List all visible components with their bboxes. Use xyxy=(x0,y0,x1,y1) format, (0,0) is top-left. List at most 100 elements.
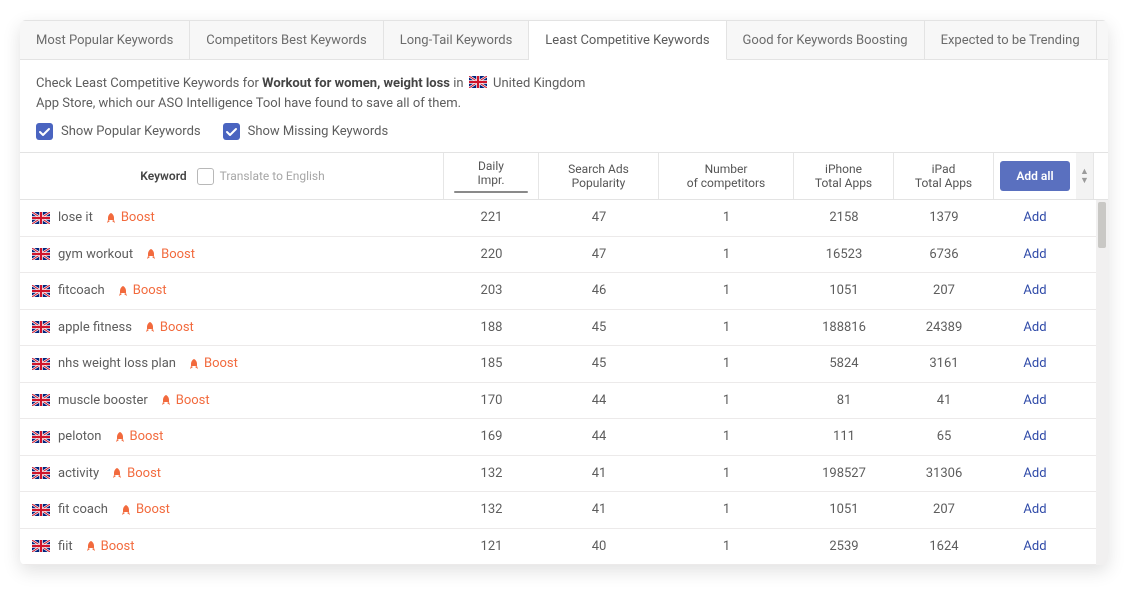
keyword-text: fitcoach xyxy=(58,283,105,298)
cell-iphone-apps: 188816 xyxy=(794,320,894,335)
table-row: activityBoost13241119852731306Add xyxy=(20,456,1108,493)
cell-competitors: 1 xyxy=(659,393,794,408)
rocket-icon xyxy=(111,467,123,479)
show-popular-checkbox[interactable]: Show Popular Keywords xyxy=(36,123,201,140)
iphone-l1: iPhone xyxy=(804,162,883,176)
filter-checks-row: Show Popular Keywords Show Missing Keywo… xyxy=(20,119,1108,152)
boost-button[interactable]: Boost xyxy=(145,247,195,262)
uk-flag-icon xyxy=(32,358,50,370)
add-button[interactable]: Add xyxy=(1023,429,1046,444)
sort-up-icon[interactable]: ▲ xyxy=(1080,168,1089,176)
boost-button[interactable]: Boost xyxy=(111,466,161,481)
cell-add: Add xyxy=(994,502,1076,517)
cell-add: Add xyxy=(994,429,1076,444)
cell-daily-impr: 121 xyxy=(444,539,539,554)
cell-daily-impr: 169 xyxy=(444,429,539,444)
daily-l1: Daily xyxy=(454,159,528,173)
boost-button[interactable]: Boost xyxy=(188,356,238,371)
tab-good-for-keywords-boosting[interactable]: Good for Keywords Boosting xyxy=(727,21,925,59)
cell-daily-impr: 203 xyxy=(444,283,539,298)
boost-button[interactable]: Boost xyxy=(85,539,135,554)
cell-keyword: fitcoach Boost xyxy=(20,283,444,298)
boost-label: Boost xyxy=(101,539,135,554)
cell-add: Add xyxy=(994,539,1076,554)
cell-popularity: 46 xyxy=(539,283,659,298)
add-button[interactable]: Add xyxy=(1023,393,1046,408)
boost-label: Boost xyxy=(121,210,155,225)
tab-competitors-best-keywords[interactable]: Competitors Best Keywords xyxy=(190,21,383,59)
add-button[interactable]: Add xyxy=(1023,210,1046,225)
tab-most-popular-keywords[interactable]: Most Popular Keywords xyxy=(20,21,190,59)
boost-label: Boost xyxy=(160,320,194,335)
keyword-text: fit coach xyxy=(58,502,108,517)
add-button[interactable]: Add xyxy=(1023,320,1046,335)
col-header-search-ads-popularity[interactable]: Search Ads Popularity xyxy=(539,153,659,199)
col-header-ipad-apps[interactable]: iPad Total Apps xyxy=(894,153,994,199)
add-button[interactable]: Add xyxy=(1023,283,1046,298)
sort-down-icon[interactable]: ▼ xyxy=(1080,177,1089,185)
boost-button[interactable]: Boost xyxy=(105,210,155,225)
cell-add: Add xyxy=(994,466,1076,481)
cell-iphone-apps: 16523 xyxy=(794,247,894,262)
cell-ipad-apps: 31306 xyxy=(894,466,994,481)
add-button[interactable]: Add xyxy=(1023,466,1046,481)
add-button[interactable]: Add xyxy=(1023,247,1046,262)
uk-flag-icon xyxy=(32,285,50,297)
table-row: fitcoachBoost2034611051207Add xyxy=(20,273,1108,310)
checkbox-checked-icon xyxy=(36,123,53,140)
show-missing-checkbox[interactable]: Show Missing Keywords xyxy=(223,123,389,140)
add-all-button[interactable]: Add all xyxy=(1000,161,1070,191)
iphone-l2: Total Apps xyxy=(804,176,883,190)
col-header-iphone-apps[interactable]: iPhone Total Apps xyxy=(794,153,894,199)
rocket-icon xyxy=(85,540,97,552)
cell-popularity: 47 xyxy=(539,247,659,262)
checkbox-unchecked-icon xyxy=(197,168,214,185)
daily-l2: Impr. xyxy=(454,173,528,187)
cell-ipad-apps: 1379 xyxy=(894,210,994,225)
table-row: muscle boosterBoost1704418141Add xyxy=(20,383,1108,420)
ipad-l2: Total Apps xyxy=(904,176,983,190)
boost-button[interactable]: Boost xyxy=(114,429,164,444)
cell-popularity: 44 xyxy=(539,393,659,408)
tabs-bar: Most Popular KeywordsCompetitors Best Ke… xyxy=(20,20,1108,60)
vertical-scrollbar[interactable] xyxy=(1096,200,1108,565)
cell-competitors: 1 xyxy=(659,320,794,335)
rocket-icon xyxy=(114,431,126,443)
col-header-competitors[interactable]: Number of competitors xyxy=(659,153,794,199)
tab-long-tail-keywords[interactable]: Long-Tail Keywords xyxy=(384,21,530,59)
cell-keyword: apple fitness Boost xyxy=(20,320,444,335)
cell-daily-impr: 170 xyxy=(444,393,539,408)
cell-ipad-apps: 207 xyxy=(894,502,994,517)
boost-button[interactable]: Boost xyxy=(160,393,210,408)
keyword-text: nhs weight loss plan xyxy=(58,356,176,371)
add-button[interactable]: Add xyxy=(1023,539,1046,554)
cell-iphone-apps: 2158 xyxy=(794,210,894,225)
keyword-text: fiit xyxy=(58,539,73,554)
boost-label: Boost xyxy=(161,247,195,262)
add-button[interactable]: Add xyxy=(1023,356,1046,371)
boost-button[interactable]: Boost xyxy=(120,502,170,517)
add-button[interactable]: Add xyxy=(1023,502,1046,517)
rocket-icon xyxy=(120,504,132,516)
col-header-daily-impr[interactable]: Daily Impr. xyxy=(444,153,539,199)
cell-keyword: pelotonBoost xyxy=(20,429,444,444)
boost-button[interactable]: Boost xyxy=(144,320,194,335)
uk-flag-icon xyxy=(32,504,50,516)
keyword-text: apple fitness xyxy=(58,320,132,335)
cell-popularity: 47 xyxy=(539,210,659,225)
boost-label: Boost xyxy=(133,283,167,298)
header-sort-arrows: ▲ ▼ xyxy=(1076,153,1094,199)
scrollbar-thumb[interactable] xyxy=(1098,202,1106,248)
tab-least-competitive-keywords[interactable]: Least Competitive Keywords xyxy=(529,21,726,60)
cell-ipad-apps: 207 xyxy=(894,283,994,298)
col-header-keyword[interactable]: Keyword Translate to English xyxy=(20,153,444,199)
tab-expected-to-be-trending[interactable]: Expected to be Trending xyxy=(925,21,1097,59)
intro-country: United Kingdom xyxy=(490,76,586,91)
cell-competitors: 1 xyxy=(659,210,794,225)
cell-iphone-apps: 111 xyxy=(794,429,894,444)
keyword-text: activity xyxy=(58,466,99,481)
cell-daily-impr: 132 xyxy=(444,502,539,517)
boost-button[interactable]: Boost xyxy=(117,283,167,298)
translate-checkbox[interactable]: Translate to English xyxy=(197,168,325,185)
keyword-text: lose it xyxy=(58,210,93,225)
